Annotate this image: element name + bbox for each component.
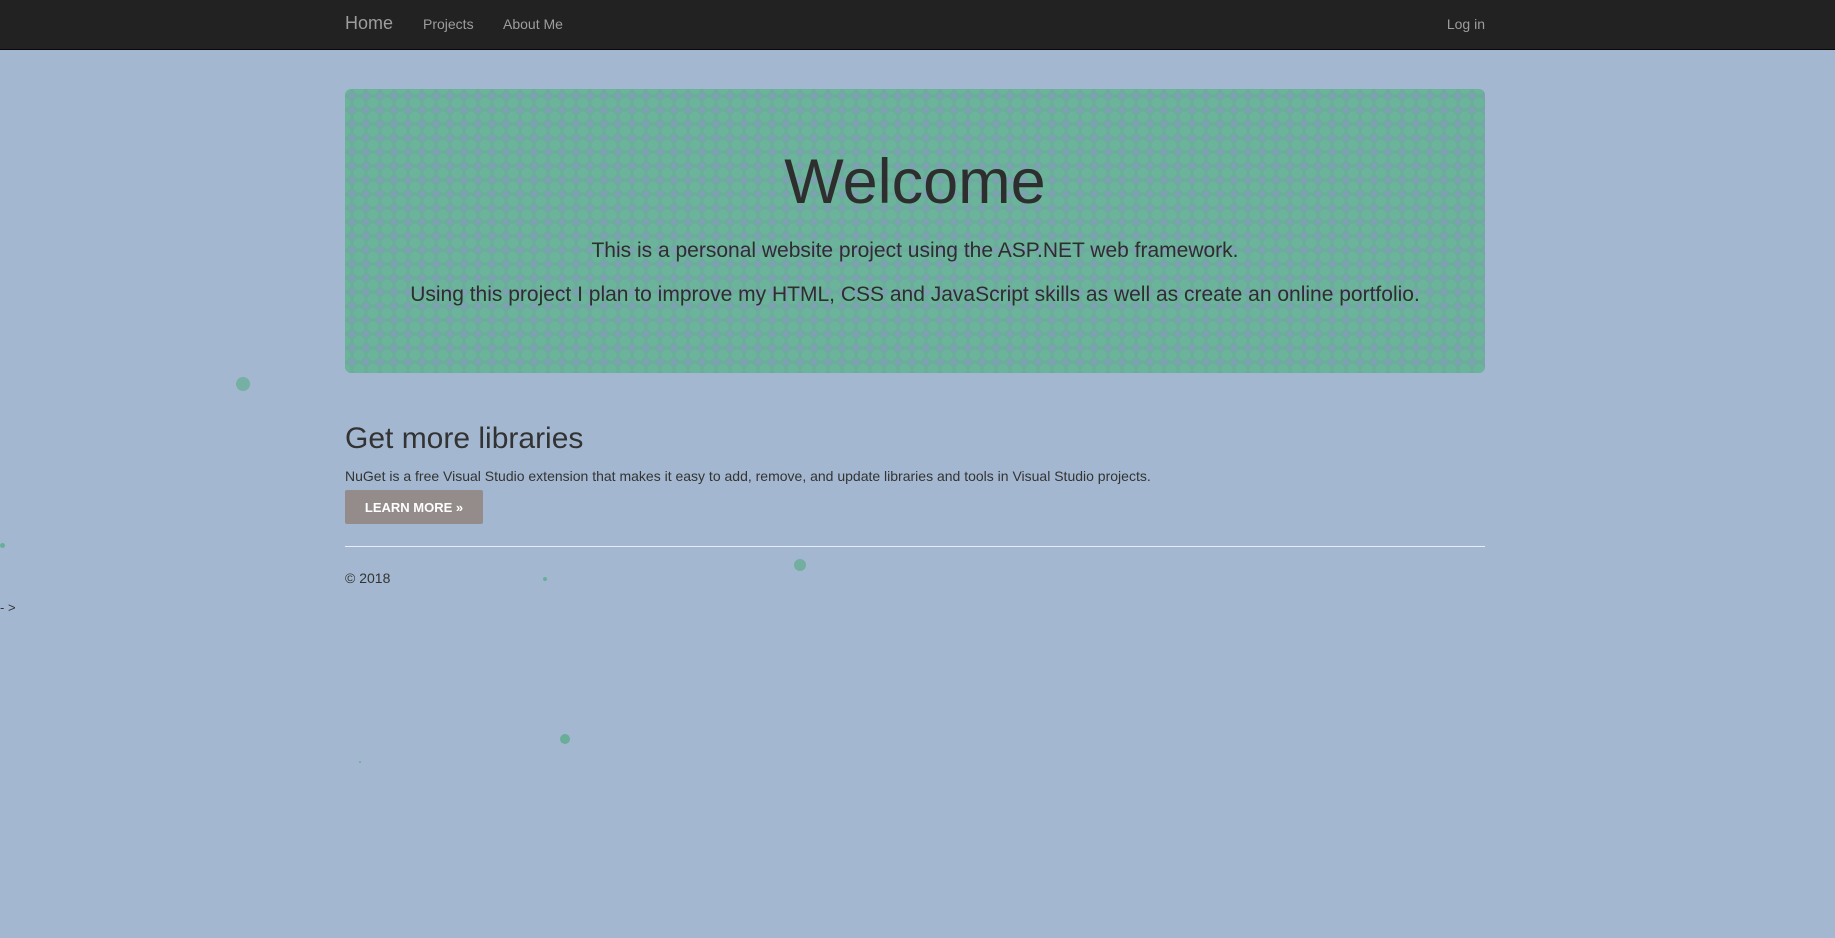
welcome-lead-1: This is a personal website project using…: [591, 239, 1239, 262]
particle-dot: [543, 577, 547, 581]
edge-arrow-text: - >: [0, 600, 16, 615]
particle-dot: [236, 377, 250, 391]
particle-dot: [560, 734, 570, 744]
particle-dot: [359, 761, 361, 763]
navbar-container: Home Projects About Me Log in: [345, 0, 1485, 49]
welcome-jumbotron: Welcome This is a personal website proje…: [345, 89, 1485, 373]
learn-more-button[interactable]: Learn more »: [345, 490, 483, 524]
nav-projects-link[interactable]: Projects: [423, 16, 474, 32]
nav-home-link[interactable]: Home: [345, 13, 393, 34]
particle-dot: [794, 559, 806, 571]
top-navbar: Home Projects About Me Log in: [0, 0, 1835, 50]
nav-about-link[interactable]: About Me: [503, 16, 563, 32]
particle-dot: [0, 543, 5, 548]
libraries-heading: Get more libraries: [345, 422, 584, 455]
footer-divider: [345, 546, 1485, 547]
footer-copyright: © 2018: [345, 570, 391, 586]
nav-login-link[interactable]: Log in: [1447, 16, 1485, 32]
welcome-lead-2: Using this project I plan to improve my …: [410, 283, 1420, 306]
welcome-title: Welcome: [784, 147, 1046, 217]
libraries-description: NuGet is a free Visual Studio extension …: [345, 468, 1151, 484]
